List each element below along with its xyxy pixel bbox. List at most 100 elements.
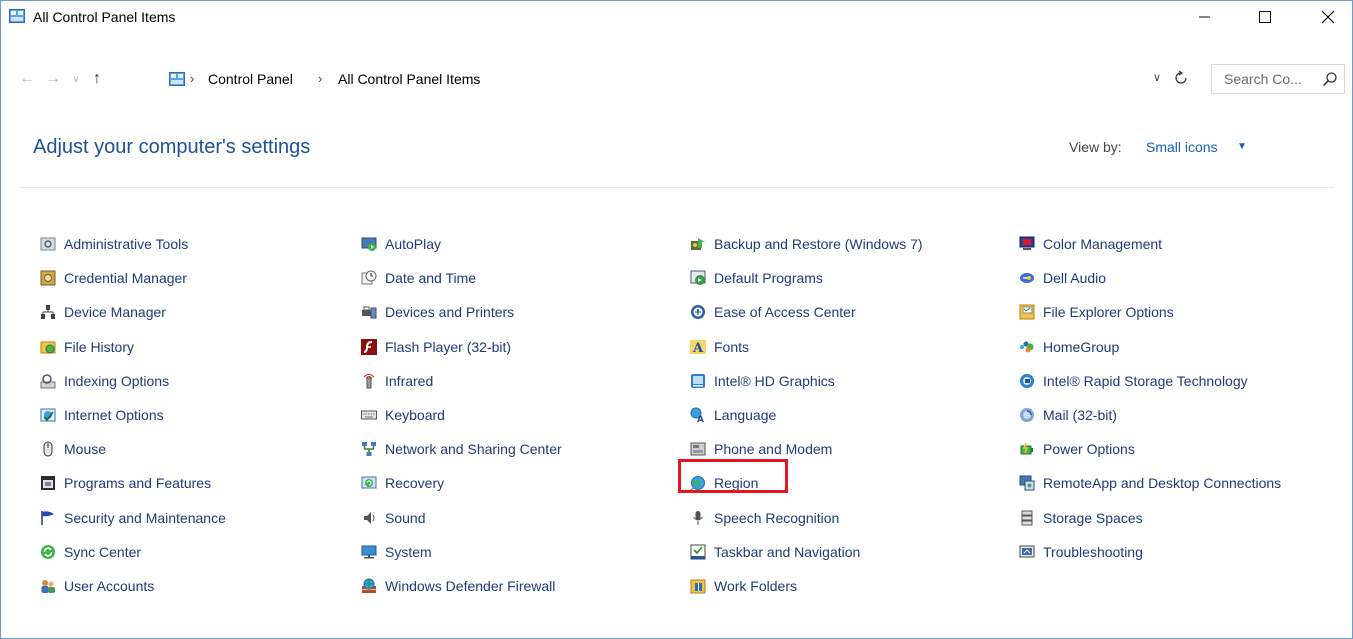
- control-panel-item[interactable]: AutoPlay: [360, 227, 562, 261]
- control-panel-item[interactable]: System: [360, 535, 562, 569]
- control-panel-item[interactable]: Dell Audio: [1018, 261, 1281, 295]
- item-label[interactable]: Fonts: [714, 339, 749, 355]
- back-button[interactable]: ←: [18, 69, 36, 89]
- control-panel-item[interactable]: Security and Maintenance: [39, 501, 226, 535]
- refresh-button[interactable]: [1171, 67, 1191, 89]
- item-label[interactable]: Work Folders: [714, 578, 797, 594]
- address-bar[interactable]: › Control Panel › All Control Panel Item…: [153, 63, 1205, 95]
- item-label[interactable]: Intel® Rapid Storage Technology: [1043, 373, 1248, 389]
- item-label[interactable]: Mouse: [64, 441, 106, 457]
- forward-button[interactable]: →: [44, 69, 62, 89]
- control-panel-item[interactable]: Speech Recognition: [689, 501, 923, 535]
- control-panel-item[interactable]: Devices and Printers: [360, 295, 562, 329]
- control-panel-item[interactable]: Indexing Options: [39, 364, 226, 398]
- search-input[interactable]: Search Co...: [1211, 64, 1345, 94]
- control-panel-item[interactable]: Credential Manager: [39, 261, 226, 295]
- control-panel-item[interactable]: Programs and Features: [39, 466, 226, 500]
- maximize-button[interactable]: [1242, 1, 1288, 33]
- control-panel-item[interactable]: Flash Player (32-bit): [360, 330, 562, 364]
- item-label[interactable]: Administrative Tools: [64, 236, 188, 252]
- item-label[interactable]: Programs and Features: [64, 475, 211, 491]
- breadcrumb-all-items[interactable]: All Control Panel Items: [338, 71, 480, 87]
- breadcrumb-separator-icon[interactable]: ›: [318, 71, 322, 86]
- minimize-button[interactable]: [1182, 1, 1228, 33]
- address-dropdown-icon[interactable]: ∨: [1153, 71, 1161, 84]
- item-label[interactable]: Infrared: [385, 373, 433, 389]
- control-panel-item[interactable]: Infrared: [360, 364, 562, 398]
- control-panel-item[interactable]: Intel® HD Graphics: [689, 364, 923, 398]
- control-panel-item[interactable]: HomeGroup: [1018, 330, 1281, 364]
- control-panel-item[interactable]: Color Management: [1018, 227, 1281, 261]
- control-panel-item[interactable]: Device Manager: [39, 295, 226, 329]
- control-panel-item[interactable]: Troubleshooting: [1018, 535, 1281, 569]
- control-panel-item[interactable]: Work Folders: [689, 569, 923, 603]
- item-label[interactable]: Flash Player (32-bit): [385, 339, 511, 355]
- item-label[interactable]: Storage Spaces: [1043, 510, 1143, 526]
- control-panel-item[interactable]: Windows Defender Firewall: [360, 569, 562, 603]
- item-label[interactable]: Speech Recognition: [714, 510, 839, 526]
- item-label[interactable]: Backup and Restore (Windows 7): [714, 236, 923, 252]
- control-panel-item[interactable]: Keyboard: [360, 398, 562, 432]
- control-panel-item[interactable]: RemoteApp and Desktop Connections: [1018, 466, 1281, 500]
- control-panel-item[interactable]: User Accounts: [39, 569, 226, 603]
- up-button[interactable]: ↑: [88, 69, 106, 89]
- item-label[interactable]: Sync Center: [64, 544, 141, 560]
- item-label[interactable]: Power Options: [1043, 441, 1135, 457]
- control-panel-item[interactable]: Recovery: [360, 466, 562, 500]
- control-panel-item[interactable]: Backup and Restore (Windows 7): [689, 227, 923, 261]
- search-icon[interactable]: [1322, 71, 1338, 87]
- item-label[interactable]: Credential Manager: [64, 270, 187, 286]
- control-panel-item[interactable]: Intel® Rapid Storage Technology: [1018, 364, 1281, 398]
- close-button[interactable]: [1305, 1, 1351, 33]
- control-panel-item[interactable]: A Language: [689, 398, 923, 432]
- item-label[interactable]: Date and Time: [385, 270, 476, 286]
- control-panel-item[interactable]: Sound: [360, 501, 562, 535]
- item-label[interactable]: Devices and Printers: [385, 304, 514, 320]
- control-panel-item[interactable]: Date and Time: [360, 261, 562, 295]
- caret-down-icon[interactable]: ▼: [1237, 141, 1247, 152]
- control-panel-item[interactable]: Network and Sharing Center: [360, 432, 562, 466]
- item-label[interactable]: Phone and Modem: [714, 441, 832, 457]
- title-bar[interactable]: All Control Panel Items: [1, 1, 1352, 33]
- control-panel-item[interactable]: Storage Spaces: [1018, 501, 1281, 535]
- item-label[interactable]: Sound: [385, 510, 425, 526]
- control-panel-item[interactable]: File Explorer Options: [1018, 295, 1281, 329]
- item-label[interactable]: File Explorer Options: [1043, 304, 1174, 320]
- item-label[interactable]: RemoteApp and Desktop Connections: [1043, 475, 1281, 491]
- item-label[interactable]: Device Manager: [64, 304, 166, 320]
- breadcrumb-control-panel[interactable]: Control Panel: [208, 71, 293, 87]
- control-panel-item[interactable]: Sync Center: [39, 535, 226, 569]
- control-panel-item[interactable]: Mouse: [39, 432, 226, 466]
- item-label[interactable]: Internet Options: [64, 407, 164, 423]
- item-label[interactable]: Language: [714, 407, 776, 423]
- item-label[interactable]: Default Programs: [714, 270, 823, 286]
- control-panel-item[interactable]: Internet Options: [39, 398, 226, 432]
- item-label[interactable]: Intel® HD Graphics: [714, 373, 835, 389]
- item-label[interactable]: Windows Defender Firewall: [385, 578, 555, 594]
- control-panel-item[interactable]: Taskbar and Navigation: [689, 535, 923, 569]
- item-label[interactable]: AutoPlay: [385, 236, 441, 252]
- control-panel-item[interactable]: A Fonts: [689, 330, 923, 364]
- item-label[interactable]: Color Management: [1043, 236, 1162, 252]
- control-panel-item[interactable]: Mail (32-bit): [1018, 398, 1281, 432]
- item-label[interactable]: System: [385, 544, 432, 560]
- item-label[interactable]: HomeGroup: [1043, 339, 1119, 355]
- recent-locations-button[interactable]: ∨: [67, 69, 85, 89]
- item-label[interactable]: File History: [64, 339, 134, 355]
- item-label[interactable]: Indexing Options: [64, 373, 169, 389]
- control-panel-item[interactable]: Ease of Access Center: [689, 295, 923, 329]
- view-by-dropdown[interactable]: Small icons: [1146, 139, 1218, 155]
- item-label[interactable]: Network and Sharing Center: [385, 441, 562, 457]
- item-label[interactable]: Recovery: [385, 475, 444, 491]
- item-label[interactable]: Mail (32-bit): [1043, 407, 1117, 423]
- control-panel-item[interactable]: Administrative Tools: [39, 227, 226, 261]
- item-label[interactable]: Keyboard: [385, 407, 445, 423]
- item-label[interactable]: Taskbar and Navigation: [714, 544, 860, 560]
- breadcrumb-separator-icon[interactable]: ›: [190, 71, 194, 86]
- item-label[interactable]: Dell Audio: [1043, 270, 1106, 286]
- item-label[interactable]: User Accounts: [64, 578, 154, 594]
- item-label[interactable]: Ease of Access Center: [714, 304, 856, 320]
- control-panel-item[interactable]: Default Programs: [689, 261, 923, 295]
- item-label[interactable]: Troubleshooting: [1043, 544, 1143, 560]
- control-panel-item[interactable]: Power Options: [1018, 432, 1281, 466]
